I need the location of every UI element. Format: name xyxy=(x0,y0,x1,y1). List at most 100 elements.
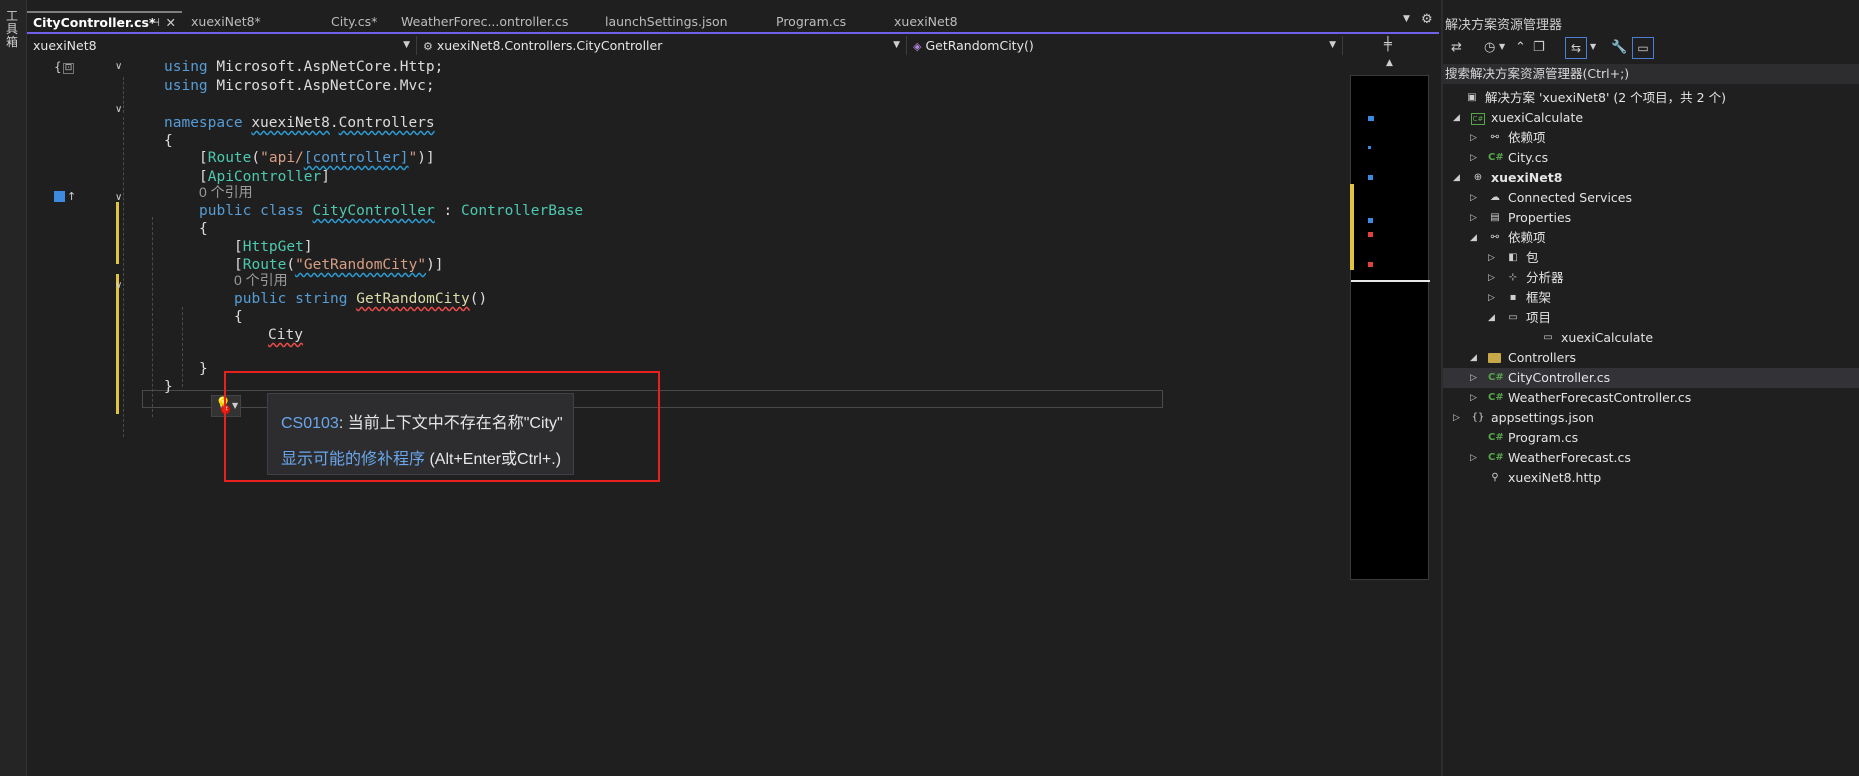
collapse-all-icon[interactable]: ⌃ xyxy=(1515,40,1526,55)
tree-item[interactable]: ▷ ▪ 框架 xyxy=(1443,288,1859,308)
tree-item-label: xuexiCalculate xyxy=(1561,330,1654,345)
codelens-references[interactable]: 0 个引用 xyxy=(234,270,288,290)
collapsed-arrow-icon[interactable]: ▷ xyxy=(1470,368,1477,388)
tab-xuexinet8-star[interactable]: xuexiNet8* xyxy=(185,11,323,32)
history-icon[interactable]: ◷ xyxy=(1484,40,1495,55)
code-editor[interactable]: { ⊡ ↑ ∨ ∨ ∨ ∨ using Microsoft.AspNetCore… xyxy=(27,57,1349,776)
toolbox-strip[interactable]: 工具箱 xyxy=(0,0,27,776)
tree-item[interactable]: ▷ ☁ Connected Services xyxy=(1443,188,1859,208)
vertical-scrollbar[interactable]: ╪ ▲ xyxy=(1350,36,1439,776)
tree-item[interactable]: ◢ Controllers xyxy=(1443,348,1859,368)
tab-launchsettings[interactable]: launchSettings.json xyxy=(599,11,779,32)
code-line-brace[interactable]: } xyxy=(164,377,173,397)
tree-item[interactable]: ▷ ⊹ 分析器 xyxy=(1443,268,1859,288)
tree-item[interactable]: ◢ ⚯ 依赖项 xyxy=(1443,228,1859,248)
preview-selected-items-icon[interactable]: ▭ xyxy=(1632,37,1654,59)
collapsed-arrow-icon[interactable]: ▷ xyxy=(1488,288,1495,308)
code-line-brace[interactable]: { xyxy=(234,307,243,327)
typed-identifier: City xyxy=(268,327,303,343)
collapsed-arrow-icon[interactable]: ▷ xyxy=(1470,388,1477,408)
collapsed-arrow-icon[interactable]: ▷ xyxy=(1470,448,1477,468)
collapse-chevron-icon[interactable]: ∨ xyxy=(115,280,122,291)
tree-item[interactable]: ▷ C# CityController.cs xyxy=(1443,368,1859,388)
changed-lines-marker xyxy=(116,274,119,414)
collapsed-arrow-icon[interactable]: ▷ xyxy=(1470,148,1477,168)
using-collapsed-icon[interactable]: ⊡ xyxy=(63,63,74,74)
tab-xuexinet8[interactable]: xuexiNet8 xyxy=(888,11,988,32)
code-minimap[interactable] xyxy=(1350,75,1430,580)
code-line-brace[interactable]: { xyxy=(164,131,173,151)
pin-icon[interactable]: ⊣ xyxy=(150,13,160,32)
arrow-up-icon[interactable]: ↑ xyxy=(67,190,76,203)
properties-wrench-icon[interactable]: 🔧 xyxy=(1611,40,1627,55)
scroll-up-icon[interactable]: ▲ xyxy=(1386,58,1393,68)
error-code-link[interactable]: CS0103 xyxy=(281,415,339,432)
expanded-arrow-icon[interactable]: ◢ xyxy=(1470,348,1477,368)
split-window-icon[interactable]: ╪ xyxy=(1384,37,1392,52)
tree-item[interactable]: ▣ 解决方案 'xuexiNet8' (2 个项目，共 2 个) xyxy=(1443,88,1859,108)
tree-item[interactable]: ⚲ xuexiNet8.http xyxy=(1443,468,1859,488)
csharp-file-icon: C# xyxy=(1488,372,1504,383)
tree-item[interactable]: ◢ C# xuexiCalculate xyxy=(1443,108,1859,128)
show-fixes-link[interactable]: 显示可能的修补程序 xyxy=(281,451,425,468)
sync-active-document-icon[interactable]: ⇆ xyxy=(1565,37,1587,59)
tree-item[interactable]: ▷ C# WeatherForecast.cs xyxy=(1443,448,1859,468)
code-line-class[interactable]: public class CityController : Controller… xyxy=(199,201,583,221)
collapsed-arrow-icon[interactable]: ▷ xyxy=(1470,128,1477,148)
gear-icon[interactable]: ⚙ xyxy=(1421,12,1433,27)
code-line-2[interactable]: using Microsoft.AspNetCore.Mvc; xyxy=(164,76,435,96)
collapsed-arrow-icon[interactable]: ▷ xyxy=(1470,188,1477,208)
close-icon[interactable]: ✕ xyxy=(166,13,176,32)
collapsed-arrow-icon[interactable]: ▷ xyxy=(1488,248,1495,268)
chevron-down-icon[interactable]: ▼ xyxy=(1499,42,1505,51)
tree-item[interactable]: C# Program.cs xyxy=(1443,428,1859,448)
code-line-brace[interactable]: } xyxy=(199,359,208,379)
show-all-files-icon[interactable]: ❐ xyxy=(1533,40,1545,55)
switch-views-icon[interactable]: ⇄ xyxy=(1451,40,1462,55)
tree-item[interactable]: ▷ C# City.cs xyxy=(1443,148,1859,168)
namespace-part: xuexiNet8 xyxy=(251,115,330,131)
tree-item[interactable]: ▷ ⚯ 依赖项 xyxy=(1443,128,1859,148)
solution-search-input[interactable]: 搜索解决方案资源管理器(Ctrl+;) xyxy=(1443,64,1859,84)
expanded-arrow-icon[interactable]: ◢ xyxy=(1488,308,1495,328)
code-line-brace[interactable]: { xyxy=(199,219,208,239)
tree-item[interactable]: ▭ xuexiCalculate xyxy=(1443,328,1859,348)
code-line-httpget[interactable]: [HttpGet] xyxy=(234,237,313,257)
tab-weatherforecastcontroller[interactable]: WeatherForec...ontroller.cs xyxy=(395,11,615,32)
project-dropdown[interactable]: xuexiNet8 ▼ xyxy=(27,36,417,55)
tab-label: launchSettings.json xyxy=(605,14,728,29)
collapsed-arrow-icon[interactable]: ▷ xyxy=(1470,208,1477,228)
tab-citycontroller[interactable]: CityController.cs* ⊣ ✕ xyxy=(27,11,182,32)
code-line-method[interactable]: public string GetRandomCity() xyxy=(234,289,487,309)
expanded-arrow-icon[interactable]: ◢ xyxy=(1470,228,1477,248)
collapsed-arrow-icon[interactable]: ▷ xyxy=(1488,268,1495,288)
tree-item[interactable]: ▷ ▤ Properties xyxy=(1443,208,1859,228)
collapse-chevron-icon[interactable]: ∨ xyxy=(115,61,122,72)
keyword: public xyxy=(234,291,287,307)
chevron-down-icon[interactable]: ▼ xyxy=(1403,14,1410,24)
expanded-arrow-icon[interactable]: ◢ xyxy=(1453,168,1460,188)
tree-item[interactable]: ◢ ▭ 项目 xyxy=(1443,308,1859,328)
csharp-file-icon: C# xyxy=(1488,432,1504,443)
collapse-chevron-icon[interactable]: ∨ xyxy=(115,104,122,115)
expanded-arrow-icon[interactable]: ◢ xyxy=(1453,108,1460,128)
code-line-route[interactable]: [Route("api/[controller]")] xyxy=(199,148,435,168)
collapsed-arrow-icon[interactable]: ▷ xyxy=(1453,408,1460,428)
chevron-down-icon[interactable]: ▼ xyxy=(1590,42,1596,51)
code-line-namespace[interactable]: namespace xuexiNet8.Controllers xyxy=(164,113,435,133)
tree-item[interactable]: ▷ {} appsettings.json xyxy=(1443,408,1859,428)
tree-item[interactable]: ◢ ⊕ xuexiNet8 xyxy=(1443,168,1859,188)
toolbox-label[interactable]: 工具箱 xyxy=(6,10,20,49)
tree-item[interactable]: ▷ C# WeatherForecastController.cs xyxy=(1443,388,1859,408)
collapse-chevron-icon[interactable]: ∨ xyxy=(115,192,122,203)
code-line-typed[interactable]: City xyxy=(268,325,303,345)
code-line-1[interactable]: using Microsoft.AspNetCore.Http; xyxy=(164,57,443,77)
tree-item[interactable]: ▷ ◧ 包 xyxy=(1443,248,1859,268)
member-dropdown[interactable]: ◈ GetRandomCity() ▼ xyxy=(909,36,1343,55)
http-file-icon: ⚲ xyxy=(1491,472,1499,483)
tree-item-label: Properties xyxy=(1508,210,1572,225)
interface-implementation-icon[interactable] xyxy=(54,191,65,202)
tab-program-cs[interactable]: Program.cs xyxy=(770,11,880,32)
type-dropdown[interactable]: ⚙ xuexiNet8.Controllers.CityController ▼ xyxy=(419,36,907,55)
codelens-references[interactable]: 0 个引用 xyxy=(199,182,253,202)
